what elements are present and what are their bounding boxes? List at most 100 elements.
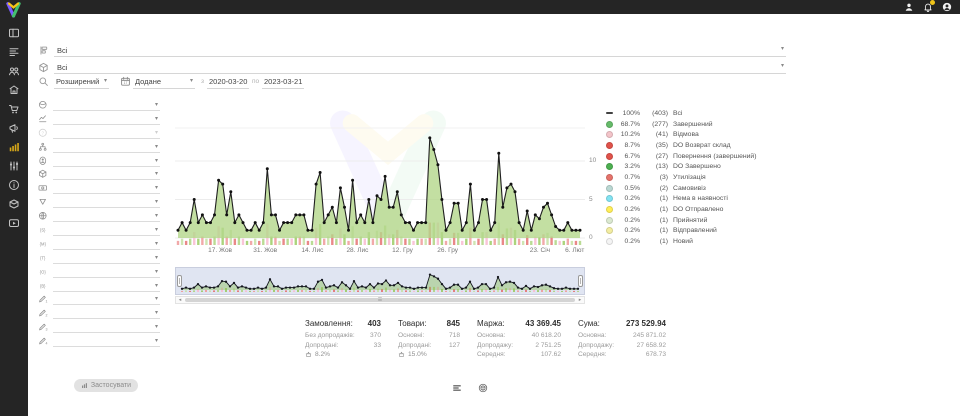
legend-label: Відмова [673,131,699,138]
chevron-down-icon: ▾ [155,130,158,136]
chart-brush-minimap[interactable] [175,267,585,295]
legend-label: Самовивіз [673,185,706,192]
sidebar-item-users-icon[interactable] [8,65,20,77]
filter-panel-select[interactable]: ▾ [53,266,160,278]
chevron-down-icon: ▾ [155,144,158,150]
legend-item[interactable]: 8.7%(35)DO Возврат склад [606,140,756,151]
date-field-select[interactable]: Додане ▾ [133,75,195,89]
y-tick-label: 0 [589,234,593,241]
sidebar-item-store-icon[interactable] [8,84,20,96]
filter-panel-row-manager-icon: ▾ [38,154,160,168]
sidebar-item-integrations-icon[interactable] [8,198,20,210]
sidebar-item-video-icon[interactable] [8,217,20,229]
filter-panel-select[interactable]: ▾ [53,155,160,167]
chevron-down-icon: ▾ [104,78,107,84]
money-icon [38,183,48,193]
stats-title: Сума: [578,319,600,328]
legend-item[interactable]: 0.2%(1)Новий [606,236,756,247]
stats-title: Замовлення: [305,319,353,328]
stats-sub-row: Середня:678.73 [578,350,666,360]
filter-select[interactable]: Всі▾ [54,43,786,57]
filter-panel: ▾▾?▾▾▾▾▾▾▾{S}▾{M}▾{T}▾{O}▾{B}▾1▾2▾3▾4▾ [38,98,160,348]
brush-left-handle[interactable] [177,275,182,287]
filter-panel-select[interactable]: ▾ [53,168,160,180]
legend-label: Завершений [673,121,713,128]
filter-panel-select[interactable]: ▾ [53,252,160,264]
filter-panel-select[interactable]: ▾ [53,280,160,292]
profile-avatar-icon[interactable] [942,2,952,12]
stats-sub-label: Допродані: [305,341,338,351]
topbar-icons [904,0,952,14]
filter-panel-select[interactable]: ▾ [53,238,160,250]
filter-panel-row-utm-b-icon: {B}▾ [38,279,160,293]
legend-item[interactable]: 0.2%(1)Прийнятий [606,215,756,226]
chart-scrollbar[interactable]: ◂ ☰ ▸ [175,296,585,304]
date-from-value: 2020-03-20 [209,77,247,86]
sidebar [0,0,28,416]
sidebar-item-megaphone-icon[interactable] [8,122,20,134]
filter-panel-select[interactable]: ▾ [53,321,160,333]
search-icon [38,76,49,87]
legend-label: Утилізація [673,174,706,181]
stats-sub-row: Допродані:33 [305,341,381,351]
sidebar-item-analytics-icon[interactable] [8,141,20,153]
filter-panel-row-utm-m-icon: {M} ▾ [38,237,160,251]
scroll-right-arrow-icon[interactable]: ▸ [576,297,584,303]
sidebar-item-sliders-icon[interactable] [8,160,20,172]
stats-value: 273 529.94 [626,319,666,328]
date-from-input[interactable]: 2020-03-20 [207,75,249,89]
upsell-share-badge: 15.0% [398,351,460,358]
legend-count: (27) [644,153,668,160]
legend-dot-swatch [606,217,613,224]
brush-right-handle[interactable] [578,275,583,287]
legend-item[interactable]: 6.7%(27)Повернення (завершений) [606,151,756,162]
svg-text:?: ? [42,130,45,135]
legend-line-swatch [606,112,613,114]
apply-button[interactable]: Застосувати [74,379,138,392]
chevron-down-icon: ▾ [155,227,158,233]
sidebar-item-info-icon[interactable] [8,179,20,191]
filter-select[interactable]: Всі▾ [54,60,786,74]
legend-item[interactable]: 0.2%(1)Відправлений [606,226,756,237]
scrollbar-thumb[interactable]: ☰ [185,298,575,302]
orders-table-icon[interactable] [452,383,462,393]
legend-item[interactable]: 0.2%(1)DO Отправлено [606,204,756,215]
products-circle-icon[interactable] [478,383,488,393]
footer-toggles [452,383,488,393]
legend-item[interactable]: 100%(403)Всі [606,108,756,119]
user-icon[interactable] [904,2,914,12]
legend-item[interactable]: 68.7%(277)Завершений [606,119,756,130]
filter-panel-select[interactable]: ▾ [53,224,160,236]
filter-panel-select[interactable]: ▾ [53,210,160,222]
stats-sub-value: 245 871.02 [633,331,666,341]
filter-panel-select[interactable]: ▾ [53,196,160,208]
app-logo-icon[interactable] [3,1,24,19]
filter-panel-select[interactable]: ▾ [53,113,160,125]
utm-m-icon: {M} [38,239,48,249]
filter-panel-select[interactable]: ▾ [53,307,160,319]
stats-sub-label: Основні: [398,331,424,341]
sidebar-item-cart-icon[interactable] [8,103,20,115]
filter-panel-select[interactable]: ▾ [53,141,160,153]
legend-item[interactable]: 10.2%(41)Відмова [606,129,756,140]
scroll-left-arrow-icon[interactable]: ◂ [176,297,184,303]
sidebar-item-dashboard-icon[interactable] [8,27,20,39]
filter-panel-select[interactable]: ▾ [53,99,160,111]
filter-panel-select[interactable]: ▾ [53,335,160,347]
orders-chart[interactable] [175,100,585,245]
date-to-input[interactable]: 2023-03-21 [262,75,304,89]
legend-count: (2) [644,185,668,192]
video-tutorial-icon[interactable] [47,25,68,43]
filter-panel-row-pencil-3-icon: 3▾ [38,320,160,334]
search-mode-value: Розширений [56,77,99,86]
stats-title-row: Сума: 273 529.94 [578,319,666,328]
sidebar-item-orders-list-icon[interactable] [8,46,20,58]
legend-item[interactable]: 0.2%(1)Нема в наявності [606,194,756,205]
filter-panel-select[interactable]: ▾ [53,182,160,194]
legend-item[interactable]: 0.5%(2)Самовивіз [606,183,756,194]
search-mode-select[interactable]: Розширений ▾ [54,75,109,89]
notifications-bell-icon[interactable] [923,2,933,12]
filter-panel-select[interactable]: ▾ [53,293,160,305]
legend-item[interactable]: 0.7%(3)Утилізація [606,172,756,183]
legend-item[interactable]: 3.2%(13)DO Завершено [606,161,756,172]
